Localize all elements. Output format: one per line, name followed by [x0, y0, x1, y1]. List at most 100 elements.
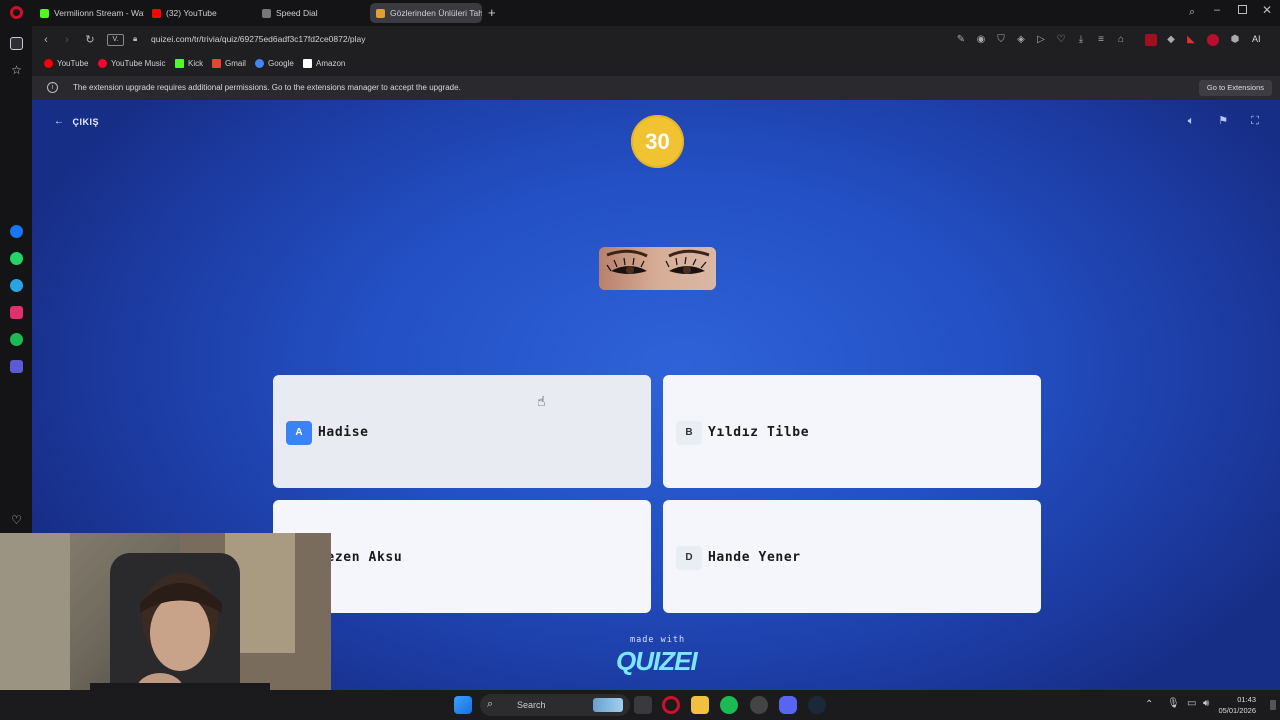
url-field[interactable]: quizei.com/tr/trivia/quiz/69275ed6adf3c1… [151, 34, 366, 44]
bookmark-label: YouTube [57, 59, 89, 68]
camera-icon[interactable]: ◉ [975, 34, 987, 46]
edit-icon[interactable]: ✎ [955, 34, 967, 46]
bookmark-amazon[interactable]: Amazon [303, 59, 345, 68]
opera-logo-icon[interactable] [10, 6, 23, 19]
bookmark-youtube[interactable]: YouTube [44, 59, 88, 68]
app-taskbar-icon[interactable] [750, 696, 768, 714]
ai-button[interactable]: AI [1252, 34, 1261, 44]
extension-cat-icon[interactable]: ◆ [1165, 34, 1177, 46]
tab-label: (32) YouTube [166, 8, 217, 18]
tab-label: Vermilionn Stream - Watc [54, 8, 144, 18]
close-window-button[interactable]: ✕ [1262, 3, 1272, 17]
shield-icon[interactable]: ⛉ [995, 34, 1007, 46]
instagram-icon[interactable] [10, 306, 23, 319]
extension-ublock-icon[interactable] [1207, 34, 1219, 46]
forward-icon[interactable]: › [59, 32, 75, 48]
home-icon[interactable] [10, 37, 23, 50]
bookmark-google[interactable]: Google [255, 59, 294, 68]
sound-icon[interactable]: 🔈︎ [1180, 111, 1202, 131]
answer-a-button[interactable]: A Hadise [273, 375, 651, 488]
info-message: The extension upgrade requires additiona… [73, 83, 461, 92]
taskbar-clock[interactable]: 01:43 05/01/2026 [1218, 694, 1256, 716]
tab-quiz-active[interactable]: Gözlerinden Ünlüleri Tahn [370, 3, 482, 23]
tab-label: Gözlerinden Ünlüleri Tahn [390, 8, 482, 18]
lock-icon: 🔒︎ [133, 34, 138, 43]
new-tab-button[interactable]: + [488, 5, 496, 20]
exit-button[interactable]: ← ÇIKIŞ [54, 116, 99, 127]
microphone-icon[interactable]: 🎙︎ [1167, 698, 1180, 709]
heart-icon[interactable]: ♡ [10, 514, 23, 527]
whatsapp-icon[interactable] [10, 252, 23, 265]
taskbar-search[interactable]: ⌕ Search [480, 694, 630, 716]
file-explorer-icon[interactable] [691, 696, 709, 714]
vpn-badge[interactable]: V. [107, 34, 124, 46]
answer-b-button[interactable]: B Yıldız Tilbe [663, 375, 1041, 488]
search-highlight-icon [593, 698, 623, 712]
task-view-icon[interactable] [634, 696, 652, 714]
minimize-button[interactable]: – [1214, 4, 1220, 16]
search-icon: ⌕ [487, 698, 494, 710]
opera-taskbar-icon[interactable] [662, 696, 680, 714]
maximize-button[interactable] [1238, 5, 1247, 14]
search-tabs-icon[interactable]: ⌕ [1189, 6, 1195, 19]
extension-red-icon[interactable] [1145, 34, 1157, 46]
bookmark-label: Gmail [225, 59, 246, 68]
favorites-icon[interactable]: ♡ [1055, 34, 1067, 46]
answer-d-button[interactable]: D Hande Yener [663, 500, 1041, 613]
info-icon: i [47, 82, 58, 93]
flag-icon[interactable]: ⚑ [1212, 111, 1234, 131]
kick-icon [175, 59, 184, 68]
quiz-favicon-icon [376, 8, 385, 18]
extension-badge-icon[interactable]: ◣ [1185, 34, 1197, 46]
tab-speed-dial[interactable]: Speed Dial [256, 3, 366, 23]
made-with-text: made with [630, 635, 686, 645]
google-icon [255, 59, 264, 68]
answer-letter: A [286, 421, 312, 445]
countdown-timer: 30 [631, 115, 684, 168]
discord-taskbar-icon[interactable] [779, 696, 797, 714]
vpn-icon[interactable]: ◈ [1015, 34, 1027, 46]
display-icon[interactable]: ▭ [1187, 698, 1196, 709]
answer-text: Hadise [318, 425, 369, 440]
clock-date: 05/01/2026 [1218, 706, 1256, 715]
download-icon[interactable]: ⤓ [1075, 34, 1087, 46]
spotify-icon[interactable] [10, 333, 23, 346]
spotify-taskbar-icon[interactable] [720, 696, 738, 714]
bookmark-youtube-music[interactable]: YouTube Music [98, 59, 166, 68]
steam-taskbar-icon[interactable] [808, 696, 826, 714]
telegram-icon[interactable] [10, 279, 23, 292]
quizei-logo[interactable]: QUIZEI [616, 646, 698, 677]
menu-icon[interactable]: ≡ [1095, 34, 1107, 46]
star-icon[interactable]: ☆ [10, 64, 23, 77]
notification-icon[interactable] [1270, 700, 1276, 710]
question-image-eyes [599, 247, 716, 290]
answer-text: Yıldız Tilbe [708, 425, 810, 440]
wallet-icon[interactable]: ⌂ [1115, 34, 1127, 46]
youtube-icon [44, 59, 53, 68]
go-to-extensions-button[interactable]: Go to Extensions [1198, 80, 1272, 96]
tab-kick-stream[interactable]: Vermilionn Stream - Watc [34, 3, 144, 23]
extension-info-bar: i The extension upgrade requires additio… [32, 76, 1280, 100]
tab-youtube[interactable]: (32) YouTube [146, 3, 251, 23]
address-bar: ‹ › ↻ V. 🔒︎ quizei.com/tr/trivia/quiz/69… [32, 26, 1280, 54]
volume-icon[interactable]: 🔊︎ [1203, 698, 1209, 709]
reload-icon[interactable]: ↻ [82, 32, 98, 48]
search-label: Search [517, 700, 546, 710]
answer-letter: D [676, 546, 702, 570]
bookmark-label: Kick [188, 59, 204, 68]
bookmark-label: Google [268, 59, 294, 68]
messenger-icon[interactable] [10, 225, 23, 238]
play-icon[interactable]: ▷ [1035, 34, 1047, 46]
back-icon[interactable]: ‹ [38, 32, 54, 48]
speed-dial-icon [262, 8, 271, 18]
browser-tab-bar: Vermilionn Stream - Watc (32) YouTube Sp… [0, 0, 1280, 26]
gmail-icon [212, 59, 221, 68]
extensions-icon[interactable]: ⬢ [1229, 34, 1241, 46]
chevron-up-icon[interactable]: ⌃ [1145, 699, 1153, 710]
windows-start-icon[interactable] [454, 696, 472, 714]
fullscreen-icon[interactable]: ⛶ [1244, 111, 1266, 131]
answer-text: Hande Yener [708, 550, 801, 565]
bookmark-kick[interactable]: Kick [175, 59, 203, 68]
bookmark-gmail[interactable]: Gmail [212, 59, 246, 68]
player-icon[interactable] [10, 360, 23, 373]
